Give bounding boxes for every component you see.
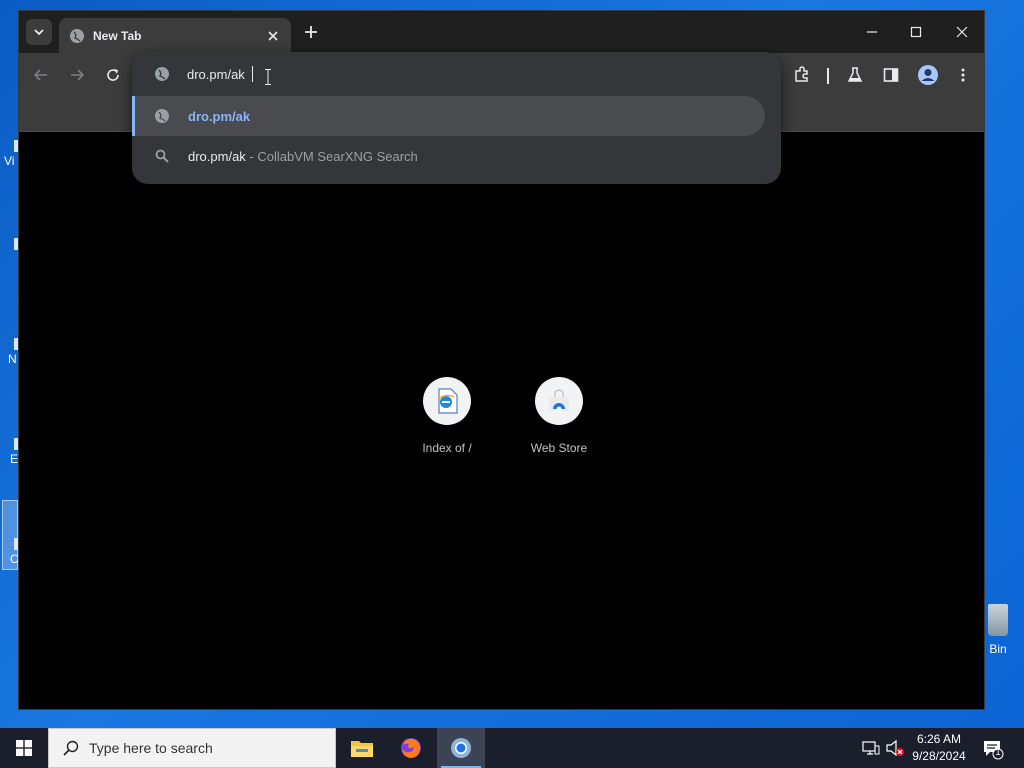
suggestion-text: dro.pm/ak - CollabVM SearXNG Search xyxy=(188,149,418,164)
system-clock[interactable]: 6:26 AM 9/28/2024 xyxy=(900,731,978,765)
folder-icon xyxy=(351,741,373,757)
taskbar-chrome[interactable] xyxy=(437,728,485,768)
forward-button[interactable] xyxy=(67,65,87,85)
globe-icon xyxy=(155,109,169,123)
chrome-icon xyxy=(451,738,471,758)
start-button[interactable] xyxy=(0,728,48,768)
omnibox-popup: dro.pm/ak dro.pm/ak - CollabVM SearXNG S… xyxy=(132,52,781,184)
reload-button[interactable] xyxy=(103,65,123,85)
suggestion-engine: - CollabVM SearXNG Search xyxy=(245,148,418,164)
back-button[interactable] xyxy=(31,65,51,85)
labs-button[interactable] xyxy=(845,65,865,85)
suggestion-query: dro.pm/ak xyxy=(188,148,246,164)
shortcut-label: Web Store xyxy=(530,441,588,455)
windows-logo-icon xyxy=(16,740,32,756)
extensions-button[interactable] xyxy=(792,65,812,85)
ie-document-icon xyxy=(437,388,458,414)
taskbar-search-input[interactable] xyxy=(89,740,309,756)
shortcut-tile xyxy=(423,377,471,425)
puzzle-icon xyxy=(795,66,808,82)
clock-time: 6:26 AM xyxy=(916,732,962,746)
chevron-down-icon xyxy=(34,29,44,36)
maximize-button[interactable] xyxy=(904,20,928,44)
firefox-icon xyxy=(401,738,421,758)
search-icon xyxy=(155,149,169,163)
tab-title: New Tab xyxy=(93,28,142,43)
omnibox-input-row xyxy=(132,52,781,96)
recycle-bin-icon xyxy=(988,604,1008,636)
side-panel-icon xyxy=(883,68,899,82)
flask-icon xyxy=(847,67,863,82)
avatar-icon xyxy=(918,65,938,85)
close-icon xyxy=(956,26,968,38)
network-icon[interactable] xyxy=(861,738,881,758)
suggestion-text: dro.pm/ak xyxy=(188,108,251,124)
close-window-button[interactable] xyxy=(950,20,974,44)
globe-icon xyxy=(155,67,169,81)
minimize-button[interactable] xyxy=(860,20,884,44)
suggestion-url[interactable]: dro.pm/ak xyxy=(132,96,765,136)
taskbar-file-explorer[interactable] xyxy=(338,728,386,768)
tab-search-button[interactable] xyxy=(26,19,52,45)
menu-button[interactable] xyxy=(953,65,973,85)
suggestion-search[interactable]: dro.pm/ak - CollabVM SearXNG Search xyxy=(132,136,765,176)
shortcut-label: Index of / xyxy=(422,441,472,455)
taskbar-firefox[interactable] xyxy=(387,728,435,768)
notification-count: 1 xyxy=(995,747,1001,757)
notification-center-button[interactable]: 1 xyxy=(982,738,1004,760)
web-store-icon xyxy=(549,389,569,412)
shortcut-index-of[interactable]: Index of / xyxy=(391,377,503,455)
taskbar-search[interactable] xyxy=(48,728,336,768)
search-icon xyxy=(63,740,79,756)
back-arrow-icon xyxy=(33,69,47,81)
clock-date: 9/28/2024 xyxy=(912,749,966,763)
ibeam-cursor-icon xyxy=(265,69,271,85)
close-icon[interactable] xyxy=(265,28,281,44)
toolbar-divider xyxy=(827,68,829,84)
text-caret xyxy=(252,66,253,82)
shortcut-web-store[interactable]: Web Store xyxy=(503,377,615,455)
title-bar: New Tab xyxy=(19,11,984,53)
more-vertical-icon xyxy=(961,68,965,82)
minimize-icon xyxy=(867,31,877,33)
shortcut-tile xyxy=(535,377,583,425)
address-bar-input[interactable] xyxy=(187,64,487,84)
profile-button[interactable] xyxy=(917,64,939,86)
maximize-icon xyxy=(910,26,922,38)
recycle-bin-label: Bin xyxy=(989,642,1007,656)
taskbar: 6:26 AM 9/28/2024 1 xyxy=(0,728,1024,768)
reload-icon xyxy=(107,69,119,81)
side-panel-button[interactable] xyxy=(881,65,901,85)
new-tab-button[interactable] xyxy=(301,22,321,42)
globe-icon xyxy=(70,28,84,43)
forward-arrow-icon xyxy=(71,69,85,81)
selection-indicator xyxy=(132,96,135,136)
tab-new-tab[interactable]: New Tab xyxy=(59,18,291,53)
